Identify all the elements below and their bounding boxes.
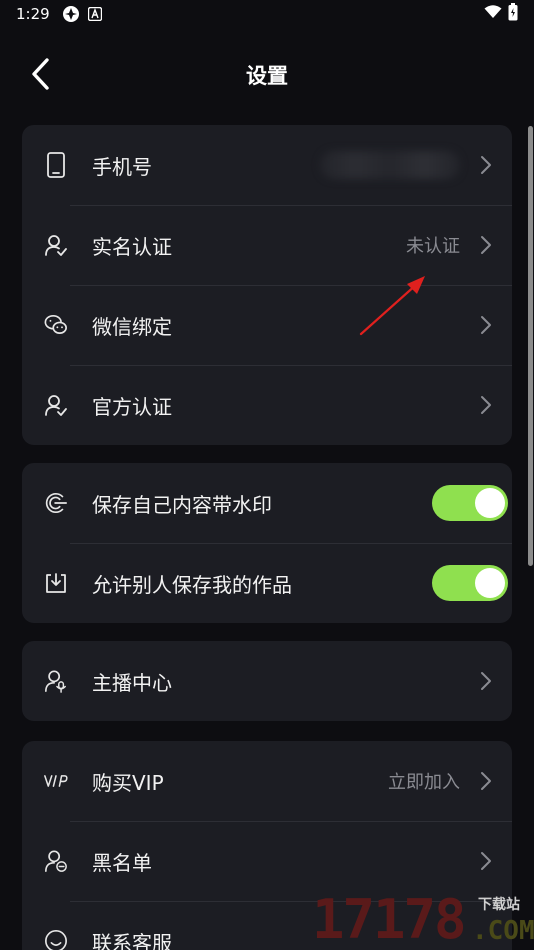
status-time: 1:29 [16, 5, 50, 23]
page-title: 设置 [246, 64, 288, 88]
privacy-card: 保存自己内容带水印 允许别人保存我的作品 [22, 463, 512, 623]
user-block-icon [44, 849, 68, 873]
realname-status: 未认证 [406, 236, 460, 257]
chevron-right-icon [474, 153, 498, 177]
chevron-right-icon [474, 393, 498, 417]
chevron-right-icon [474, 769, 498, 793]
user-verify-icon [44, 233, 68, 257]
phone-number-blurred [320, 151, 460, 179]
realname-row[interactable]: 实名认证 未认证 [22, 205, 512, 285]
anchor-center-row[interactable]: 主播中心 [22, 641, 512, 721]
realname-label: 实名认证 [92, 234, 172, 259]
download-icon [44, 571, 68, 595]
toggle-knob [475, 568, 505, 598]
annotation-arrow-icon [359, 276, 425, 336]
vip-join-text: 立即加入 [388, 772, 460, 793]
chevron-right-icon [474, 233, 498, 257]
phone-row[interactable]: 手机号 [22, 125, 512, 205]
watermark-domain: .COM [472, 916, 534, 946]
watermark-label: 保存自己内容带水印 [92, 492, 272, 517]
watermark-icon [44, 491, 68, 515]
toggle-knob [475, 488, 505, 518]
wechat-icon [44, 313, 68, 337]
vip-row[interactable]: 购买VIP 立即加入 [22, 741, 512, 821]
creator-card: 主播中心 [22, 641, 512, 721]
user-verify-icon [44, 393, 68, 417]
vip-label: 购买VIP [92, 770, 164, 795]
site-watermark-logo: 17178 下载站 .COM [312, 890, 534, 950]
phone-label: 手机号 [92, 154, 152, 179]
phone-icon [44, 152, 68, 178]
wechat-row[interactable]: 微信绑定 [22, 285, 512, 365]
account-card: 手机号 实名认证 未认证 微信绑定 官方认证 [22, 125, 512, 445]
watermark-row: 保存自己内容带水印 [22, 463, 512, 543]
allow-save-toggle[interactable] [432, 565, 508, 601]
anchor-mic-icon [44, 669, 68, 693]
chevron-right-icon [474, 313, 498, 337]
chevron-right-icon [474, 849, 498, 873]
allow-save-label: 允许别人保存我的作品 [92, 572, 292, 597]
nav-bar: 设置 [0, 44, 534, 104]
blacklist-label: 黑名单 [92, 850, 152, 875]
anchor-center-label: 主播中心 [92, 670, 172, 695]
app-notification-icon [87, 7, 102, 21]
wifi-icon [484, 5, 502, 23]
chevron-right-icon [474, 669, 498, 693]
official-label: 官方认证 [92, 394, 172, 419]
allow-save-row: 允许别人保存我的作品 [22, 543, 512, 623]
official-row[interactable]: 官方认证 [22, 365, 512, 445]
smile-icon [44, 929, 68, 950]
scrollbar[interactable] [528, 126, 533, 566]
gear-app-icon [62, 5, 80, 23]
watermark-tag: 下载站 [478, 897, 520, 913]
vip-icon [44, 769, 68, 793]
watermark-digits: 17178 [312, 888, 467, 950]
status-bar: 1:29 [0, 0, 534, 28]
watermark-toggle[interactable] [432, 485, 508, 521]
battery-icon [508, 3, 518, 25]
